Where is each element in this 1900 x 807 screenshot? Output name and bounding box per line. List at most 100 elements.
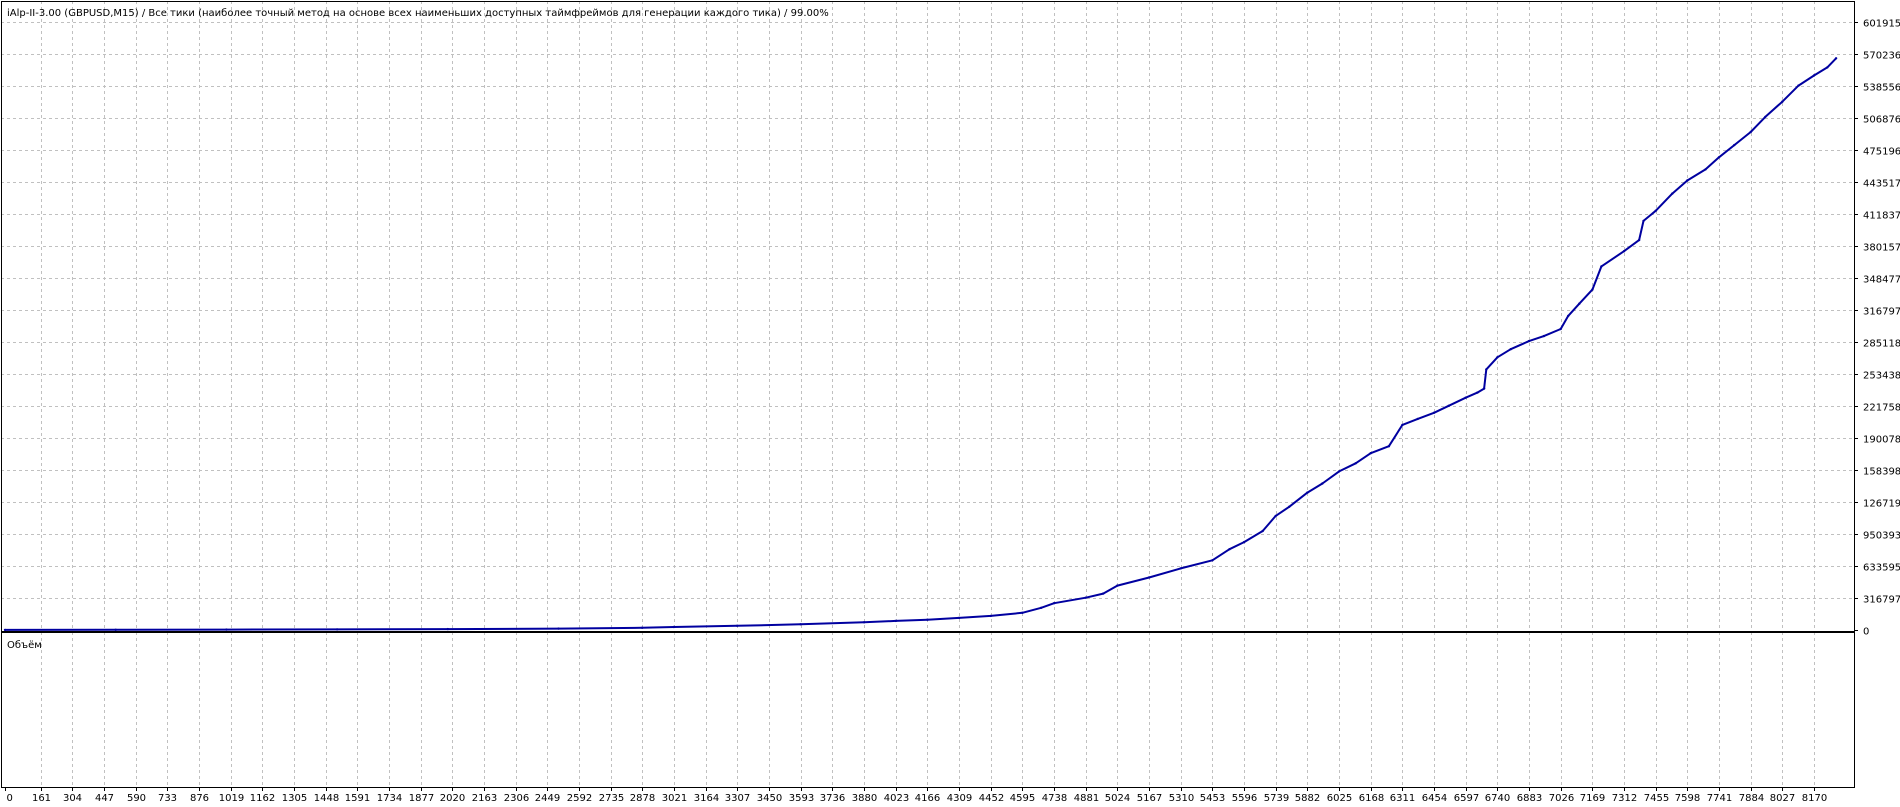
x-tick-label: 1305 <box>282 793 307 804</box>
strategy-tester-graph: 0 3167979 6335958 9503937 12671915 15839894 19… <box>0 0 1900 807</box>
x-tick-label: 3450 <box>757 793 782 804</box>
equity-point <box>926 618 929 621</box>
x-tick-label: 6883 <box>1517 793 1542 804</box>
equity-point <box>1567 314 1570 318</box>
x-tick-label: 6168 <box>1359 793 1384 804</box>
equity-point <box>1686 179 1689 182</box>
equity-point <box>799 623 802 626</box>
equity-point <box>1527 339 1531 343</box>
x-tick-label: 6311 <box>1390 793 1415 804</box>
x-tick-label: 7884 <box>1739 793 1764 804</box>
equity-point <box>446 627 449 631</box>
x-tick-label: 3021 <box>662 793 687 804</box>
equity-point <box>894 619 897 623</box>
equity-point <box>1834 57 1838 60</box>
equity-point <box>1496 356 1499 359</box>
x-tick-label: 304 <box>63 793 82 804</box>
y-tick-label: 47519683 <box>1863 147 1900 158</box>
equity-point <box>1369 452 1372 455</box>
equity-point <box>1797 84 1800 87</box>
equity-point <box>1261 529 1264 533</box>
volume-panel-label: Объём <box>7 640 42 651</box>
y-tick-label: 15839894 <box>1863 467 1900 478</box>
y-tick-label: 57023619 <box>1863 51 1900 62</box>
y-tick-label: 50687662 <box>1863 115 1900 126</box>
equity-point <box>1102 592 1105 595</box>
x-tick-label: 8027 <box>1770 793 1795 804</box>
y-tick-label: 22175852 <box>1863 403 1900 414</box>
x-tick-label: 4452 <box>979 793 1004 804</box>
y-tick-label: 44351704 <box>1863 179 1900 190</box>
equity-point <box>1764 115 1767 119</box>
x-tick-label: 2163 <box>472 793 497 804</box>
equity-point <box>557 627 560 630</box>
x-tick-label: 3736 <box>820 793 845 804</box>
equity-point <box>989 614 992 618</box>
x-tick-label: 7455 <box>1644 793 1669 804</box>
x-tick-label: 2592 <box>567 793 592 804</box>
x-tick-label: 7741 <box>1707 793 1732 804</box>
x-tick-label: 876 <box>190 793 209 804</box>
x-tick-label: 4738 <box>1042 793 1067 804</box>
equity-point <box>1337 470 1341 473</box>
x-tick-label: 4166 <box>915 793 940 804</box>
x-tick-label: 5453 <box>1200 793 1225 804</box>
equity-point <box>1826 66 1829 69</box>
y-tick-label: 9503937 <box>1863 531 1900 542</box>
equity-point <box>1432 411 1436 414</box>
equity-point <box>335 628 339 631</box>
y-tick-label: 53855641 <box>1863 83 1900 94</box>
equity-point <box>1637 238 1641 242</box>
x-tick-label: 2306 <box>504 793 529 804</box>
x-tick-label: 0 <box>7 793 13 804</box>
x-tick-label: 5596 <box>1232 793 1257 804</box>
equity-point <box>1509 348 1512 351</box>
y-tick-label: 34847767 <box>1863 275 1900 286</box>
equity-point <box>1321 482 1324 485</box>
x-tick-label: 3880 <box>852 793 877 804</box>
equity-point <box>1642 219 1645 223</box>
equity-point <box>1600 265 1603 268</box>
x-tick-label: 2878 <box>630 793 655 804</box>
equity-point <box>1717 156 1721 159</box>
equity-point <box>1179 567 1182 570</box>
y-tick-label: 31679789 <box>1863 307 1900 318</box>
equity-point <box>1288 505 1291 508</box>
equity-point <box>672 625 676 629</box>
y-tick-label: 38015746 <box>1863 243 1900 254</box>
x-tick-label: 7026 <box>1549 793 1574 804</box>
equity-point <box>1021 611 1024 614</box>
equity-point <box>1040 606 1043 609</box>
equity-point <box>3 628 7 632</box>
x-tick-label: 7598 <box>1675 793 1700 804</box>
equity-point <box>1242 540 1246 544</box>
y-tick-label: 41183725 <box>1863 211 1900 222</box>
equity-point <box>1654 209 1657 212</box>
x-tick-label: 7169 <box>1580 793 1605 804</box>
equity-point <box>1211 559 1214 562</box>
x-tick-label: 447 <box>95 793 114 804</box>
x-tick-label: 4023 <box>884 793 909 804</box>
x-tick-label: 1448 <box>314 793 339 804</box>
y-tick-label: 12671915 <box>1863 499 1900 510</box>
equity-point <box>736 624 739 627</box>
equity-point <box>1671 192 1674 195</box>
x-tick-label: 5882 <box>1295 793 1320 804</box>
x-tick-label: 161 <box>32 793 51 804</box>
y-tick-label: 3167979 <box>1863 595 1900 606</box>
y-tick-label: 60191598 <box>1863 19 1900 30</box>
equity-point <box>1485 368 1488 371</box>
equity-point <box>1749 130 1752 134</box>
y-tick-label: 28511810 <box>1863 339 1900 350</box>
graph-title: iAlp-II-3.00 (GBPUSD,M15) / Все тики (на… <box>7 8 829 19</box>
x-tick-label: 6454 <box>1422 793 1447 804</box>
x-tick-label: 4881 <box>1074 793 1099 804</box>
equity-point <box>1781 100 1784 103</box>
x-tick-label: 4309 <box>947 793 972 804</box>
equity-point <box>1578 302 1581 305</box>
y-tick-label: 25343831 <box>1863 371 1900 382</box>
equity-point <box>1052 602 1056 605</box>
equity-point <box>114 628 117 631</box>
x-tick-label: 4595 <box>1010 793 1035 804</box>
x-tick-label: 2735 <box>599 793 624 804</box>
